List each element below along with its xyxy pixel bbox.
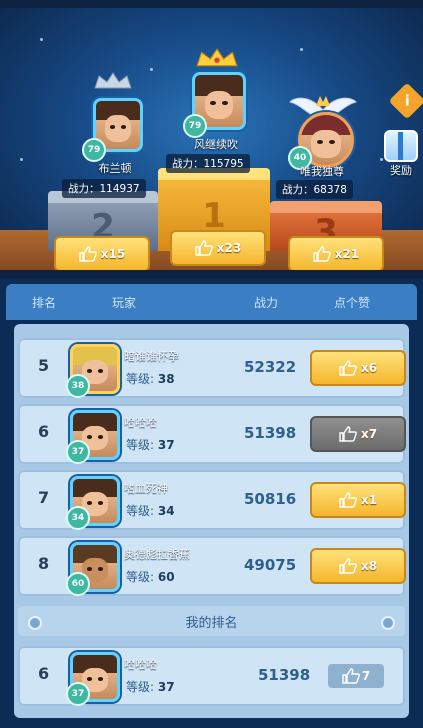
gift-icon bbox=[384, 130, 418, 162]
like-count: x8 bbox=[360, 559, 378, 573]
row-power: 51398 bbox=[258, 666, 311, 684]
row-like-button[interactable]: x1 bbox=[310, 482, 406, 518]
row-rank: 6 bbox=[38, 664, 50, 683]
player-name-third: 唯我独尊 bbox=[300, 165, 344, 178]
divider-dot bbox=[28, 616, 42, 630]
gold-crown-icon bbox=[196, 48, 238, 67]
row-rank: 7 bbox=[38, 488, 50, 507]
my-like-count: 7 bbox=[328, 664, 384, 688]
level-value: 37 bbox=[157, 680, 175, 694]
header-power: 战力 bbox=[254, 295, 279, 310]
divider-dot bbox=[381, 616, 395, 630]
row-level: 等级: 34 bbox=[126, 502, 175, 519]
row-power: 49075 bbox=[244, 556, 297, 574]
info-button[interactable]: i bbox=[388, 82, 423, 120]
ranking-list[interactable]: 5 38 暗谁谁怀孕 等级: 38 52322 x6 6 37 哈哈哈 等级: … bbox=[14, 324, 409, 718]
thumbs-up-icon bbox=[339, 558, 357, 574]
row-level: 等级: 37 bbox=[126, 678, 175, 695]
row-power: 50816 bbox=[244, 490, 297, 508]
thumbs-up-icon bbox=[195, 240, 213, 256]
table-row: 5 38 暗谁谁怀孕 等级: 38 52322 x6 bbox=[18, 338, 406, 398]
power-third: 战力：68378 bbox=[276, 180, 353, 199]
level-badge: 60 bbox=[66, 572, 90, 596]
level-badge: 79 bbox=[183, 114, 207, 138]
level-label: 等级: bbox=[126, 680, 155, 694]
my-rank-divider: 我的排名 bbox=[18, 606, 405, 636]
power-second: 战力：114937 bbox=[62, 179, 146, 198]
sparkle-decoration bbox=[40, 38, 43, 41]
row-rank: 8 bbox=[38, 554, 50, 573]
level-label: 等级: bbox=[126, 372, 155, 386]
thumbs-up-icon bbox=[339, 360, 357, 376]
level-label: 等级: bbox=[126, 504, 155, 518]
thumbs-up-icon bbox=[339, 492, 357, 508]
row-player-name: 奥德彪拉香蕉 bbox=[124, 548, 190, 561]
table-row: 8 60 奥德彪拉香蕉 等级: 60 49075 x8 bbox=[18, 536, 406, 596]
row-power: 52322 bbox=[244, 358, 297, 376]
list-header: 排名 玩家 战力 点个赞 bbox=[6, 284, 417, 320]
row-like-button[interactable]: x7 bbox=[310, 416, 406, 452]
like-count: x7 bbox=[360, 427, 378, 441]
reward-button[interactable]: 奖励 bbox=[381, 130, 421, 180]
sparkle-decoration bbox=[20, 158, 23, 161]
thumbs-up-icon bbox=[342, 668, 360, 684]
level-label: 等级: bbox=[126, 438, 155, 452]
ranking-panel: 排名 玩家 战力 点个赞 5 38 暗谁谁怀孕 等级: 38 52322 x6 … bbox=[0, 278, 423, 728]
thumbs-up-icon bbox=[339, 426, 357, 442]
like-count: x6 bbox=[360, 361, 378, 375]
sparkle-decoration bbox=[300, 48, 303, 51]
level-value: 60 bbox=[157, 570, 175, 584]
like-button-third[interactable]: x21 bbox=[288, 236, 384, 270]
level-value: 37 bbox=[157, 438, 175, 452]
like-count: x21 bbox=[334, 247, 360, 261]
header-rank: 排名 bbox=[32, 295, 57, 310]
level-badge: 38 bbox=[66, 374, 90, 398]
header-like: 点个赞 bbox=[334, 295, 371, 310]
player-name-second: 布兰顿 bbox=[98, 162, 132, 175]
info-icon: i bbox=[404, 93, 410, 109]
power-first: 战力：115795 bbox=[166, 154, 250, 173]
row-like-button[interactable]: x8 bbox=[310, 548, 406, 584]
my-rank-title: 我的排名 bbox=[185, 615, 238, 631]
like-button-second[interactable]: x15 bbox=[54, 236, 150, 270]
level-badge: 79 bbox=[82, 138, 106, 162]
sparkle-decoration bbox=[150, 68, 153, 71]
row-player-name: 嗜血死神 bbox=[124, 482, 168, 495]
thumbs-up-icon bbox=[79, 246, 97, 262]
row-rank: 6 bbox=[38, 422, 50, 441]
row-level: 等级: 37 bbox=[126, 436, 175, 453]
level-badge: 37 bbox=[66, 440, 90, 464]
row-power: 51398 bbox=[244, 424, 297, 442]
player-name-first: 风继续吹 bbox=[194, 138, 238, 151]
like-count: x23 bbox=[216, 241, 242, 255]
row-rank: 5 bbox=[38, 356, 50, 375]
level-value: 38 bbox=[157, 372, 175, 386]
level-badge: 37 bbox=[66, 682, 90, 706]
header-player: 玩家 bbox=[112, 295, 137, 310]
row-player-name: 哈哈哈 bbox=[124, 658, 157, 671]
table-row: 7 34 嗜血死神 等级: 34 50816 x1 bbox=[18, 470, 406, 530]
like-count: x15 bbox=[100, 247, 126, 261]
row-level: 等级: 38 bbox=[126, 370, 175, 387]
row-level: 等级: 60 bbox=[126, 568, 175, 585]
row-player-name: 哈哈哈 bbox=[124, 416, 157, 429]
level-badge: 34 bbox=[66, 506, 90, 530]
row-player-name: 暗谁谁怀孕 bbox=[124, 350, 179, 363]
reward-label: 奖励 bbox=[390, 164, 412, 177]
table-row: 6 37 哈哈哈 等级: 37 51398 x7 bbox=[18, 404, 406, 464]
thumbs-up-icon bbox=[313, 246, 331, 262]
like-count: 7 bbox=[361, 669, 371, 683]
my-rank-row: 6 37 哈哈哈 等级: 37 51398 7 bbox=[18, 646, 405, 706]
level-label: 等级: bbox=[126, 570, 155, 584]
row-like-button[interactable]: x6 bbox=[310, 350, 406, 386]
level-value: 34 bbox=[157, 504, 175, 518]
like-count: x1 bbox=[360, 493, 378, 507]
silver-crown-icon bbox=[94, 72, 132, 89]
podium-stage: 2 1 3 79 布兰顿 战力：114937 79 风继续吹 战力：115795… bbox=[0, 8, 423, 270]
like-button-first[interactable]: x23 bbox=[170, 230, 266, 266]
